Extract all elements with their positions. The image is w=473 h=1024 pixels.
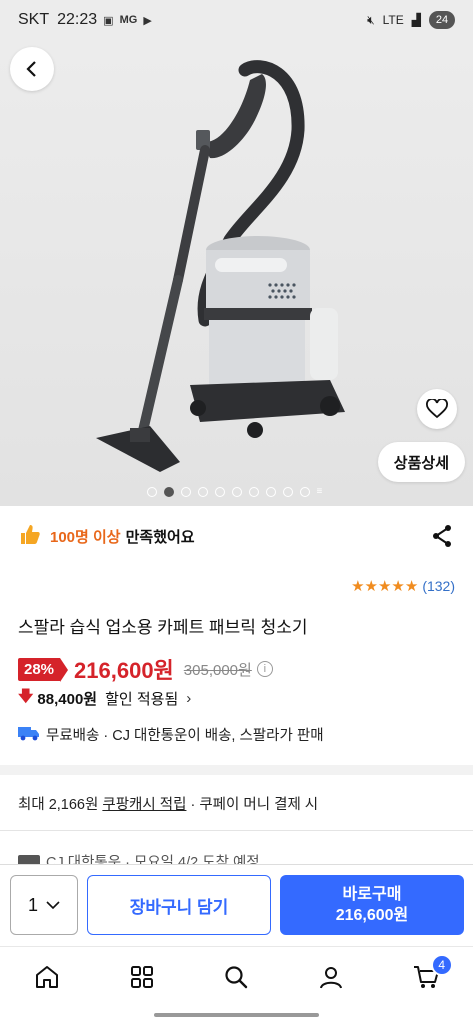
satisfaction-row: 100명 이상 만족했어요 bbox=[18, 522, 195, 550]
quantity-select[interactable]: 1 bbox=[10, 875, 78, 935]
share-button[interactable] bbox=[431, 524, 453, 553]
signal-icon: ▟ bbox=[411, 13, 421, 27]
sale-price: 216,600원 bbox=[74, 658, 174, 683]
heart-icon bbox=[426, 399, 448, 419]
shipping-text: 무료배송 · CJ 대한통운이 배송, 스팔라가 판매 bbox=[46, 728, 324, 744]
youtube-icon: ▶ bbox=[143, 14, 152, 27]
chevron-left-icon bbox=[26, 61, 36, 77]
discount-applied-row[interactable]: 🡇︎ 88,400원 할인 적용됨 › bbox=[18, 686, 191, 711]
cash-condition: · 쿠페이 머니 결제 시 bbox=[190, 797, 319, 813]
mg-icon: MG bbox=[119, 14, 138, 26]
grid-icon bbox=[130, 965, 153, 988]
chevron-down-icon bbox=[46, 901, 60, 910]
quantity-value: 1 bbox=[27, 894, 38, 915]
nav-category[interactable] bbox=[117, 952, 167, 1002]
chevron-right-icon: › bbox=[186, 690, 192, 707]
carousel-dot[interactable] bbox=[282, 487, 293, 497]
wishlist-button[interactable] bbox=[417, 389, 457, 429]
product-detail-button[interactable]: 상품상세 bbox=[377, 442, 465, 482]
review-count[interactable]: (132) bbox=[422, 578, 455, 594]
carousel-indicator: ≡ bbox=[0, 487, 473, 497]
section-divider bbox=[0, 765, 473, 775]
status-bar: SKT 22:23 ▣ MG ▶ 🔇︎ LTE ▟ 24 bbox=[0, 0, 473, 40]
carousel-dot[interactable] bbox=[146, 487, 157, 497]
search-icon bbox=[225, 965, 248, 988]
mute-icon: 🔇︎ bbox=[367, 12, 375, 27]
carrier-text: SKT bbox=[18, 11, 50, 28]
carousel-dot[interactable] bbox=[197, 487, 208, 497]
carousel-dot[interactable] bbox=[299, 487, 310, 497]
carousel-dot[interactable] bbox=[231, 487, 242, 497]
vacuum-product-image bbox=[96, 60, 345, 472]
satisfaction-count: 100명 이상 bbox=[50, 528, 121, 546]
carousel-dot[interactable] bbox=[214, 487, 225, 497]
share-icon bbox=[433, 525, 451, 547]
nav-search[interactable] bbox=[211, 952, 261, 1002]
carousel-dot[interactable] bbox=[265, 487, 276, 497]
buy-now-price: 216,600원 bbox=[335, 907, 409, 924]
product-image-carousel[interactable]: 상품상세 ≡ bbox=[0, 40, 473, 506]
bottom-navigation: 4 bbox=[0, 946, 473, 1006]
purchase-bar: 1 장바구니 담기 바로구매 216,600원 bbox=[0, 864, 473, 946]
time-text: 22:23 bbox=[57, 11, 98, 28]
home-icon bbox=[36, 965, 59, 988]
carousel-dot[interactable] bbox=[180, 487, 191, 497]
price-row: 28% 216,600원 305,000원 i bbox=[18, 653, 273, 685]
user-icon bbox=[320, 966, 343, 988]
screen-icon: ▣ bbox=[103, 14, 114, 27]
back-button[interactable] bbox=[10, 47, 54, 91]
carousel-dot-active[interactable] bbox=[163, 487, 174, 497]
nav-my-page[interactable] bbox=[306, 952, 356, 1002]
nav-home[interactable] bbox=[22, 952, 72, 1002]
cart-count-badge: 4 bbox=[430, 953, 453, 976]
divider bbox=[0, 830, 473, 831]
product-title: 스팔라 습식 업소용 카페트 패브릭 청소기 bbox=[18, 618, 308, 637]
original-price: 305,000원 bbox=[183, 661, 252, 679]
add-to-cart-button[interactable]: 장바구니 담기 bbox=[87, 875, 271, 935]
truck-icon bbox=[18, 725, 40, 745]
cash-amount: 최대 2,166원 bbox=[18, 797, 99, 813]
discount-applied-label: 할인 적용됨 bbox=[105, 691, 179, 708]
network-text: LTE bbox=[382, 13, 404, 27]
more-dots-icon: ≡ bbox=[316, 486, 323, 497]
buy-now-label: 바로구매 bbox=[342, 886, 402, 903]
carousel-dot[interactable] bbox=[248, 487, 259, 497]
discount-badge: 28% bbox=[18, 657, 69, 682]
info-icon[interactable]: i bbox=[256, 661, 273, 677]
buy-now-button[interactable]: 바로구매 216,600원 bbox=[280, 875, 464, 935]
nav-cart[interactable]: 4 bbox=[401, 952, 453, 1002]
cash-reward-row: 최대 2,166원 쿠팡캐시 적립 · 쿠페이 머니 결제 시 bbox=[18, 793, 318, 814]
gesture-bar bbox=[154, 1013, 319, 1017]
rating-row[interactable]: ★★★★★ (132) bbox=[351, 577, 455, 595]
battery-badge: 24 bbox=[429, 11, 455, 29]
shipping-row: 무료배송 · CJ 대한통운이 배송, 스팔라가 판매 bbox=[18, 724, 324, 745]
satisfaction-text: 만족했어요 bbox=[125, 528, 195, 546]
discount-amount: 88,400원 bbox=[37, 691, 98, 708]
thumbs-up-icon bbox=[18, 522, 42, 550]
arrow-down-icon: 🡇︎ bbox=[18, 688, 34, 705]
star-rating-icon: ★★★★★ bbox=[351, 578, 419, 595]
coupang-cash-link[interactable]: 쿠팡캐시 적립 bbox=[102, 797, 186, 813]
